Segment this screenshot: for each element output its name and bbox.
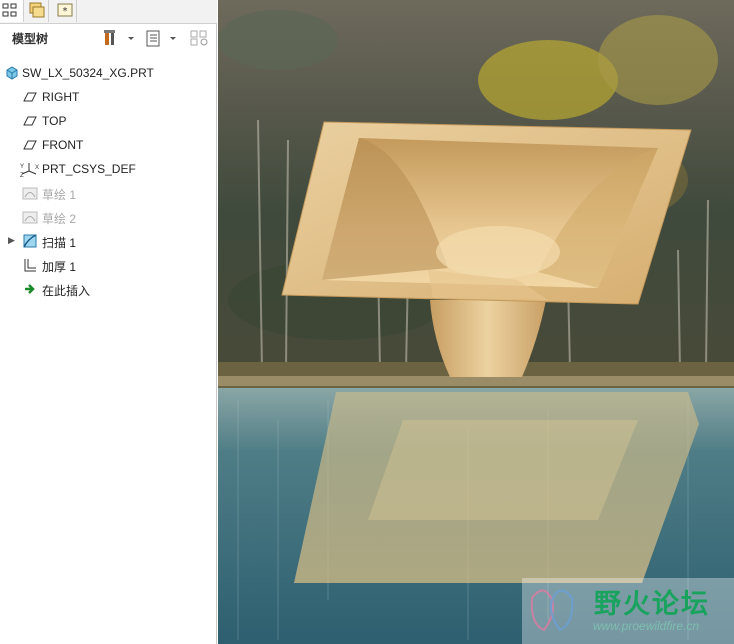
tree-item-label: RIGHT xyxy=(42,90,80,104)
watermark-url: www.proewildfire.cn xyxy=(593,619,700,633)
tree-item-label: PRT_CSYS_DEF xyxy=(42,162,136,176)
expand-arrow-icon[interactable]: ▶ xyxy=(8,235,15,246)
sketch-icon xyxy=(22,187,38,200)
panel-tabs: * xyxy=(0,0,217,24)
scene-background xyxy=(218,0,734,644)
tree-item-label: 草绘 2 xyxy=(42,212,77,226)
datum-plane-icon xyxy=(23,140,37,150)
tree-item-label: 在此插入 xyxy=(42,284,91,298)
tree-item-label: 加厚 1 xyxy=(42,260,77,274)
svg-text:*: * xyxy=(63,6,68,17)
datum-plane-icon xyxy=(23,116,37,126)
tree-item-front-plane[interactable]: FRONT xyxy=(0,134,216,156)
tools-icon xyxy=(104,30,134,45)
list-icon xyxy=(146,30,176,47)
part-icon xyxy=(6,66,18,80)
tree-item-top-plane[interactable]: TOP xyxy=(0,110,216,132)
model-tree-icon xyxy=(2,3,17,17)
folder-browser-icon xyxy=(29,2,45,18)
filter-icon xyxy=(190,30,208,46)
datum-plane-icon xyxy=(23,92,37,102)
tree-item-thicken-1[interactable]: 加厚 1 xyxy=(0,254,216,276)
tree-item-label: TOP xyxy=(42,114,67,128)
svg-text:Y: Y xyxy=(20,164,24,170)
svg-text:Z: Z xyxy=(20,173,24,177)
tree-item-csys[interactable]: Y X Z PRT_CSYS_DEF xyxy=(0,158,216,180)
model-tree-panel: * 模型树 SW_LX_50324_XG.PRT RIGHT TOP FRONT… xyxy=(0,0,217,644)
tree-item-sketch-2[interactable]: 草绘 2 xyxy=(0,206,216,228)
thicken-icon xyxy=(24,259,36,272)
svg-text:X: X xyxy=(35,165,39,171)
tree-item-part[interactable]: SW_LX_50324_XG.PRT xyxy=(0,62,216,84)
tree-item-insert-here[interactable]: 在此插入 xyxy=(0,278,216,300)
tree-item-sweep-1[interactable]: ▶ 扫描 1 xyxy=(0,230,216,252)
insert-here-arrow-icon xyxy=(25,284,35,294)
tree-item-sketch-1[interactable]: 草绘 1 xyxy=(0,182,216,204)
csys-icon: Y X Z xyxy=(20,163,39,177)
tree-item-label: 草绘 1 xyxy=(42,188,77,202)
sweep-icon xyxy=(23,234,37,248)
panel-header: 模型树 xyxy=(0,24,216,52)
tab-favorites[interactable]: * xyxy=(53,0,77,22)
tree-item-label: SW_LX_50324_XG.PRT xyxy=(22,66,154,80)
filter-button[interactable] xyxy=(188,28,212,48)
tree-item-label: 扫描 1 xyxy=(42,236,77,250)
settings-menu-button[interactable] xyxy=(102,28,138,48)
sketch-icon xyxy=(22,211,38,224)
favorites-icon: * xyxy=(57,3,73,17)
graphics-viewport[interactable] xyxy=(218,0,734,644)
tree-item-right-plane[interactable]: RIGHT xyxy=(0,86,216,108)
show-menu-button[interactable] xyxy=(144,28,180,48)
tree-item-label: FRONT xyxy=(42,138,84,152)
watermark-title: 野火论坛 xyxy=(594,589,710,620)
tab-folder-browser[interactable] xyxy=(25,0,49,22)
tab-model-tree[interactable] xyxy=(0,0,24,22)
panel-title: 模型树 xyxy=(12,32,49,46)
